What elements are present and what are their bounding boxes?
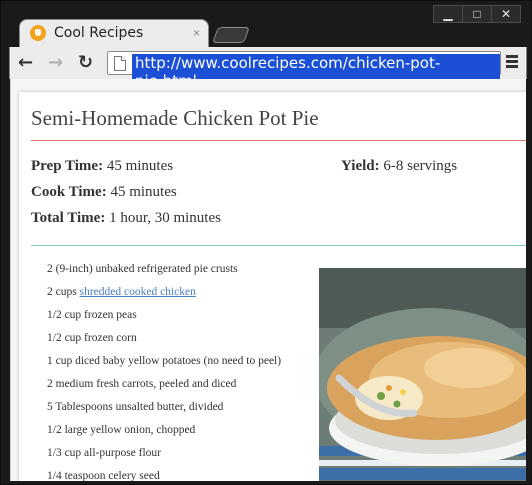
browser-toolbar: ← → ↻ http://www.coolrecipes.com/chicken… [9, 47, 527, 90]
back-arrow-icon[interactable]: ← [18, 53, 33, 73]
maximize-button[interactable]: □ [462, 5, 492, 23]
ingredient-item: 1/3 cup all-purpose flour [47, 447, 162, 459]
tab-title: Cool Recipes [54, 25, 144, 41]
ingredient-item: 2 cups shredded cooked chicken [47, 285, 281, 308]
cook-time: Cook Time: 45 minutes [31, 184, 177, 201]
page-icon [114, 56, 126, 71]
ingredient-item: 1/4 teaspoon celery seed [47, 470, 160, 481]
total-time: Total Time: 1 hour, 30 minutes [31, 210, 221, 227]
browser-window: ▁ □ ✕ Cool Recipes × ← → ↻ http://www.co… [0, 0, 532, 485]
yield-value: 6-8 servings [383, 158, 458, 174]
page-viewport: Semi-Homemade Chicken Pot Pie Prep Time:… [10, 79, 526, 481]
site-favicon-icon [30, 25, 46, 41]
section-divider [31, 245, 526, 246]
address-bar[interactable]: http://www.coolrecipes.com/chicken-pot-p… [107, 51, 501, 90]
yield-label: Yield: [341, 158, 380, 174]
total-time-label: Total Time: [31, 210, 106, 226]
browser-tab[interactable]: Cool Recipes × [19, 19, 209, 47]
ingredient-item: 2 medium fresh carrots, peeled and diced [47, 378, 237, 390]
menu-icon[interactable] [506, 55, 518, 69]
ingredient-item: 5 Tablespoons unsalted butter, divided [47, 401, 224, 413]
minimize-button[interactable]: ▁ [433, 5, 463, 23]
forward-arrow-icon[interactable]: → [48, 53, 63, 73]
reload-icon[interactable]: ↻ [78, 53, 93, 73]
new-tab-button[interactable] [212, 27, 250, 43]
ingredient-item: 2 (9-inch) unbaked refrigerated pie crus… [47, 263, 238, 275]
yield: Yield: 6-8 servings [341, 158, 457, 175]
ingredient-item: 1 cup diced baby yellow potatoes (no nee… [47, 355, 282, 367]
tab-close-icon[interactable]: × [193, 26, 200, 40]
pot-pie-photo [319, 268, 526, 481]
recipe-card: Semi-Homemade Chicken Pot Pie Prep Time:… [19, 92, 526, 481]
chicken-recipe-link[interactable]: shredded cooked chicken [80, 286, 196, 298]
ingredient-item: 1/2 large yellow onion, chopped [47, 424, 196, 436]
prep-time-label: Prep Time: [31, 158, 104, 174]
ingredient-list: 2 (9-inch) unbaked refrigerated pie crus… [47, 262, 281, 481]
total-time-value: 1 hour, 30 minutes [109, 210, 221, 226]
prep-time: Prep Time: 45 minutes [31, 158, 173, 175]
cook-time-label: Cook Time: [31, 184, 107, 200]
close-window-button[interactable]: ✕ [491, 5, 521, 23]
prep-time-value: 45 minutes [106, 158, 174, 174]
recipe-title: Semi-Homemade Chicken Pot Pie [31, 106, 319, 130]
ingredient-text: 2 cups [47, 286, 80, 298]
window-controls: ▁ □ ✕ [433, 5, 521, 23]
ingredient-item: 1/2 cup frozen corn [47, 332, 137, 344]
title-divider [31, 140, 526, 141]
ingredient-item: 1/2 cup frozen peas [47, 309, 137, 321]
cook-time-value: 45 minutes [110, 184, 177, 200]
